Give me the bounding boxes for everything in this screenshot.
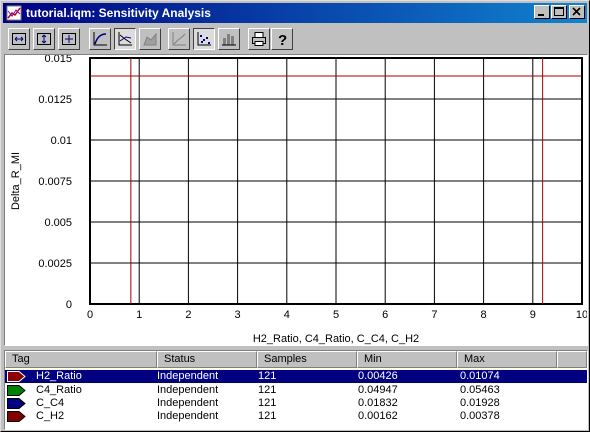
row-min: 0.04947	[358, 384, 398, 396]
tag-color-icon	[7, 398, 26, 409]
table-row[interactable]: C4_Ratio Independent 121 0.04947 0.05463	[5, 384, 587, 397]
row-min: 0.00426	[358, 370, 398, 382]
x-tick-label: 0	[87, 309, 93, 321]
x-tick-label: 4	[284, 309, 290, 321]
y-tick-label: 0.0125	[38, 94, 72, 106]
x-tick-label: 9	[530, 309, 536, 321]
tag-color-icon	[7, 371, 26, 382]
toolbar: ?	[3, 25, 587, 53]
table-row[interactable]: C_H2 Independent 121 0.00162 0.00378	[5, 410, 587, 423]
step-plot-icon[interactable]	[168, 28, 190, 50]
x-tick-label: 3	[235, 309, 241, 321]
x-tick-label: 6	[382, 309, 388, 321]
area-plot-icon[interactable]	[139, 28, 161, 50]
column-header-samples[interactable]: Samples	[257, 351, 357, 368]
row-samples: 121	[258, 410, 277, 422]
y-tick-label: 0	[66, 299, 72, 311]
row-samples: 121	[258, 384, 277, 396]
row-max: 0.05463	[460, 384, 500, 396]
help-icon[interactable]: ?	[271, 28, 293, 50]
sensitivity-analysis-window: tutorial.iqm: Sensitivity Analysis ? 0 1…	[0, 0, 590, 432]
column-header-max[interactable]: Max	[457, 351, 557, 368]
row-status: Independent	[157, 410, 219, 422]
minimize-button[interactable]	[534, 5, 550, 19]
zoom-fit-all-icon[interactable]	[58, 28, 80, 50]
table-row[interactable]: H2_Ratio Independent 121 0.00426 0.01074	[5, 369, 587, 384]
row-tag: H2_Ratio	[36, 370, 82, 382]
bar-chart-icon[interactable]	[218, 28, 240, 50]
window-title: tutorial.iqm: Sensitivity Analysis	[26, 6, 211, 20]
x-tick-label: 7	[431, 309, 437, 321]
sensitivity-chart[interactable]: 0 1 2 3 4 5 6 7 8 9 10 0 0.0025 0.005 0.0075 0.01 0.0125…	[5, 55, 587, 345]
y-tick-label: 0.005	[44, 217, 72, 229]
column-header-filler	[557, 351, 587, 368]
maximize-button[interactable]	[551, 5, 567, 19]
row-status: Independent	[157, 397, 219, 409]
zoom-fit-both-icon[interactable]	[8, 28, 30, 50]
row-samples: 121	[258, 370, 277, 382]
column-header-min[interactable]: Min	[357, 351, 457, 368]
tag-color-icon	[7, 385, 26, 396]
scatter-plot-icon[interactable]	[193, 28, 215, 50]
title-bar[interactable]: tutorial.iqm: Sensitivity Analysis	[3, 3, 587, 23]
column-header-status[interactable]: Status	[157, 351, 257, 368]
chart-panel[interactable]: 0 1 2 3 4 5 6 7 8 9 10 0 0.0025 0.005 0.0075 0.01 0.0125…	[4, 54, 588, 346]
row-min: 0.01832	[358, 397, 398, 409]
x-tick-label: 1	[136, 309, 142, 321]
line-curve-icon[interactable]	[89, 28, 111, 50]
tag-table[interactable]: Tag Status Samples Min Max H2_Ratio Inde…	[4, 350, 588, 430]
close-button[interactable]	[569, 5, 585, 19]
row-max: 0.01928	[460, 397, 500, 409]
print-icon[interactable]	[248, 28, 270, 50]
tag-color-icon	[7, 411, 26, 422]
x-tick-label: 5	[333, 309, 339, 321]
row-tag: C4_Ratio	[36, 384, 82, 396]
y-axis-label: Delta_R_MI	[10, 152, 22, 210]
row-samples: 121	[258, 397, 277, 409]
row-tag: C_H2	[36, 410, 65, 422]
x-tick-label: 8	[481, 309, 487, 321]
row-max: 0.00378	[460, 410, 500, 422]
zoom-fit-vertical-icon[interactable]	[33, 28, 55, 50]
table-row[interactable]: C_C4 Independent 121 0.01832 0.01928	[5, 397, 587, 410]
row-status: Independent	[157, 384, 219, 396]
y-tick-label: 0.0025	[38, 258, 72, 270]
row-status: Independent	[157, 370, 219, 382]
x-tick-label: 10	[576, 309, 587, 321]
svg-text:?: ?	[278, 32, 287, 47]
row-max: 0.01074	[460, 370, 500, 382]
line-plot-icon[interactable]	[114, 28, 136, 50]
x-axis-label: H2_Ratio, C4_Ratio, C_C4, C_H2	[253, 333, 419, 345]
row-min: 0.00162	[358, 410, 398, 422]
app-icon[interactable]	[6, 5, 22, 21]
column-header-tag[interactable]: Tag	[5, 351, 157, 368]
y-tick-label: 0.01	[51, 135, 72, 147]
table-header: Tag Status Samples Min Max	[5, 351, 587, 368]
y-tick-label: 0.0075	[38, 176, 72, 188]
y-tick-label: 0.015	[44, 55, 72, 65]
row-tag: C_C4	[36, 397, 65, 409]
x-tick-label: 2	[185, 309, 191, 321]
